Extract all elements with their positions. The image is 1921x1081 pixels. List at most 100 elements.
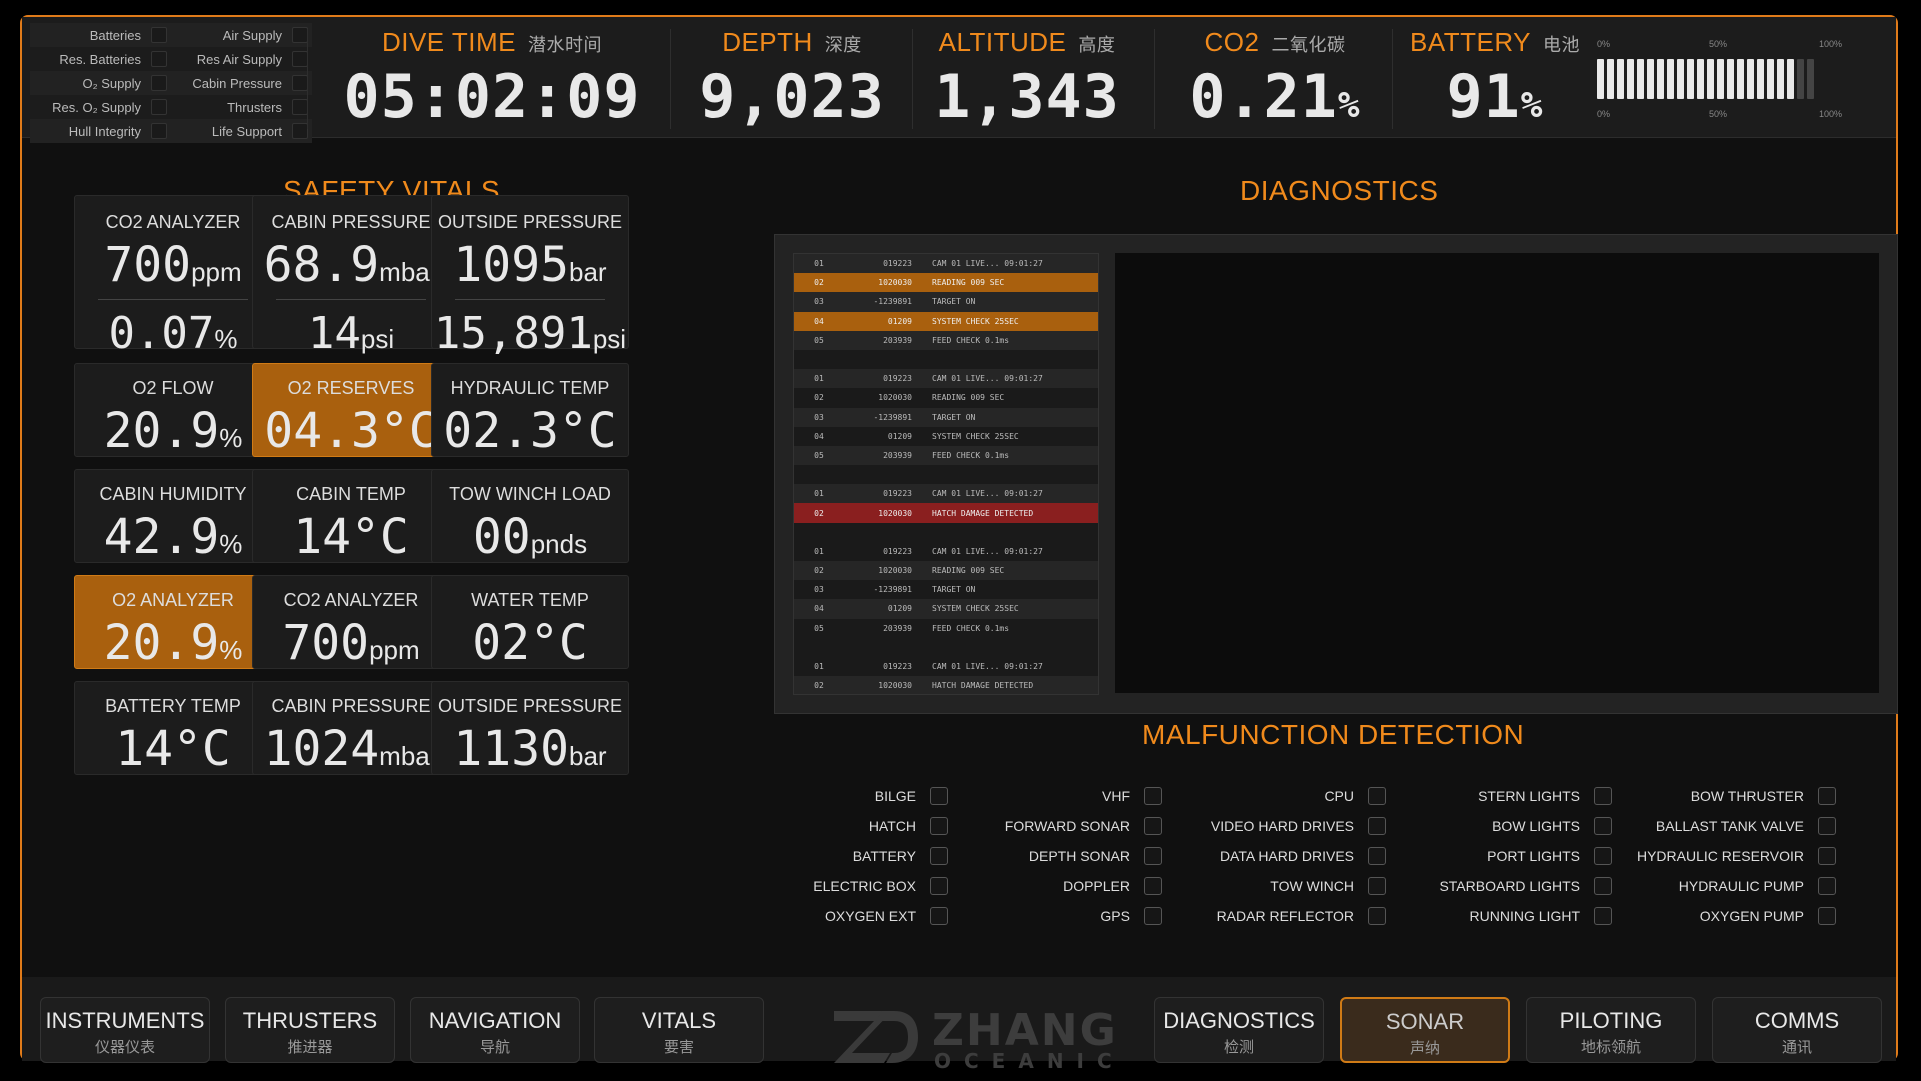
malfunction-hydraulic-pump[interactable]: HYDRAULIC PUMP: [1679, 877, 1836, 895]
malfunction-data-hard-drives[interactable]: DATA HARD DRIVES: [1220, 847, 1386, 865]
malfunction-checkbox[interactable]: [1144, 787, 1162, 805]
malfunction-bow-thruster[interactable]: BOW THRUSTER: [1691, 787, 1836, 805]
log-row[interactable]: 05 203939 FEED CHECK 0.1ms: [794, 445, 1098, 466]
nav-instruments-button[interactable]: INSTRUMENTS 仪器仪表: [40, 997, 210, 1063]
malfunction-checkbox[interactable]: [930, 817, 948, 835]
malfunction-radar-reflector[interactable]: RADAR REFLECTOR: [1217, 907, 1386, 925]
nav-navigation-button[interactable]: NAVIGATION 导航: [410, 997, 580, 1063]
log-row[interactable]: 01 019223 CAM 01 LIVE... 09:01:27: [794, 254, 1098, 274]
malfunction-checkbox[interactable]: [1594, 787, 1612, 805]
vital-tile-outside-pressure[interactable]: OUTSIDE PRESSURE 1095bar 15,891psi: [431, 195, 629, 359]
malfunction-checkbox[interactable]: [1368, 877, 1386, 895]
log-id: 04: [814, 431, 824, 441]
vital-tile-o2-analyzer[interactable]: O2 ANALYZER 20.9%: [74, 575, 272, 671]
malfunction-checkbox[interactable]: [1368, 847, 1386, 865]
malfunction-checkbox[interactable]: [930, 907, 948, 925]
vital-tile-hydraulic-temp[interactable]: HYDRAULIC TEMP 02.3°C: [431, 363, 629, 459]
malfunction-checkbox[interactable]: [1594, 847, 1612, 865]
malfunction-ballast-tank-valve[interactable]: BALLAST TANK VALVE: [1656, 817, 1836, 835]
log-row[interactable]: 01 019223 CAM 01 LIVE... 09:01:27: [794, 657, 1098, 676]
malfunction-checkbox[interactable]: [930, 877, 948, 895]
tile-value: 04.3°C: [264, 403, 438, 459]
scale-label: 0%: [1597, 109, 1611, 119]
log-row[interactable]: 02 1020030 HATCH DAMAGE DETECTED: [794, 676, 1098, 694]
nav-diagnostics-button[interactable]: DIAGNOSTICS 检测: [1154, 997, 1324, 1063]
malfunction-forward-sonar[interactable]: FORWARD SONAR: [1005, 817, 1162, 835]
malfunction-battery[interactable]: BATTERY: [853, 847, 948, 865]
log-row[interactable]: 02 1020030 READING 009 SEC: [794, 388, 1098, 407]
malfunction-checkbox[interactable]: [1144, 877, 1162, 895]
malfunction-checkbox[interactable]: [1818, 787, 1836, 805]
malfunction-checkbox[interactable]: [1368, 787, 1386, 805]
malfunction-checkbox[interactable]: [1594, 877, 1612, 895]
malfunction-port-lights[interactable]: PORT LIGHTS: [1487, 847, 1612, 865]
vital-tile-outside-pressure[interactable]: OUTSIDE PRESSURE 1130bar: [431, 681, 629, 777]
vital-tile-cabin-humidity[interactable]: CABIN HUMIDITY 42.9%: [74, 469, 272, 565]
nav-piloting-button[interactable]: PILOTING 地标领航: [1526, 997, 1696, 1063]
vital-tile-cabin-temp[interactable]: CABIN TEMP 14°C: [252, 469, 450, 565]
malfunction-electric-box[interactable]: ELECTRIC BOX: [813, 877, 948, 895]
malfunction-running-light[interactable]: RUNNING LIGHT: [1470, 907, 1612, 925]
malfunction-oxygen-pump[interactable]: OXYGEN PUMP: [1700, 907, 1836, 925]
log-row[interactable]: 04 01209 SYSTEM CHECK 25SEC: [794, 599, 1098, 619]
status-label: Cabin Pressure: [192, 75, 282, 91]
malfunction-doppler[interactable]: DOPPLER: [1063, 877, 1162, 895]
malfunction-video-hard-drives[interactable]: VIDEO HARD DRIVES: [1211, 817, 1386, 835]
vital-tile-co2-analyzer[interactable]: CO2 ANALYZER 700ppm 0.07%: [74, 195, 272, 359]
malfunction-checkbox[interactable]: [1368, 907, 1386, 925]
nav-sonar-button[interactable]: SONAR 声纳: [1340, 997, 1510, 1063]
diagnostics-log[interactable]: 01 019223 CAM 01 LIVE... 09:01:27 02 1020…: [793, 253, 1099, 695]
malfunction-starboard-lights[interactable]: STARBOARD LIGHTS: [1439, 877, 1612, 895]
malfunction-bow-lights[interactable]: BOW LIGHTS: [1492, 817, 1612, 835]
malfunction-checkbox[interactable]: [930, 787, 948, 805]
log-row[interactable]: 01 019223 CAM 01 LIVE... 09:01:27: [794, 542, 1098, 561]
malfunction-cpu[interactable]: CPU: [1324, 787, 1386, 805]
vital-tile-tow-winch-load[interactable]: TOW WINCH LOAD 00pnds: [431, 469, 629, 565]
malfunction-checkbox[interactable]: [1818, 817, 1836, 835]
nav-comms-button[interactable]: COMMS 通讯: [1712, 997, 1882, 1063]
log-row[interactable]: 03 -1239891 TARGET ON: [794, 580, 1098, 599]
malfunction-tow-winch[interactable]: TOW WINCH: [1270, 877, 1386, 895]
log-row[interactable]: 01 019223 CAM 01 LIVE... 09:01:27: [794, 484, 1098, 504]
malfunction-checkbox[interactable]: [1594, 907, 1612, 925]
malfunction-oxygen-ext[interactable]: OXYGEN EXT: [825, 907, 948, 925]
malfunction-checkbox[interactable]: [930, 847, 948, 865]
malfunction-checkbox[interactable]: [1594, 817, 1612, 835]
log-row[interactable]: 04 01209 SYSTEM CHECK 25SEC: [794, 311, 1098, 331]
malfunction-gps[interactable]: GPS: [1100, 907, 1162, 925]
log-row[interactable]: 05 203939 FEED CHECK 0.1ms: [794, 330, 1098, 350]
log-row[interactable]: 01 019223 CAM 01 LIVE... 09:01:27: [794, 369, 1098, 389]
malfunction-checkbox[interactable]: [1818, 907, 1836, 925]
malfunction-depth-sonar[interactable]: DEPTH SONAR: [1029, 847, 1162, 865]
log-row[interactable]: 02 1020030 HATCH DAMAGE DETECTED: [794, 503, 1098, 523]
log-row[interactable]: 04 01209 SYSTEM CHECK 25SEC: [794, 427, 1098, 446]
malfunction-checkbox[interactable]: [1818, 877, 1836, 895]
log-row[interactable]: 02 1020030 READING 009 SEC: [794, 561, 1098, 581]
log-row[interactable]: 03 -1239891 TARGET ON: [794, 407, 1098, 427]
vital-tile-o2-reserves[interactable]: O2 RESERVES 04.3°C: [252, 363, 450, 459]
vital-tile-o2-flow[interactable]: O2 FLOW 20.9%: [74, 363, 272, 459]
malfunction-hatch[interactable]: HATCH: [869, 817, 948, 835]
malfunction-bilge[interactable]: BILGE: [875, 787, 948, 805]
malfunction-hydraulic-reservoir[interactable]: HYDRAULIC RESERVOIR: [1637, 847, 1836, 865]
vital-tile-cabin-pressure[interactable]: CABIN PRESSURE 68.9mbar 14psi: [252, 195, 450, 359]
malfunction-checkbox[interactable]: [1818, 847, 1836, 865]
tile-divider: [455, 299, 605, 300]
log-row[interactable]: 02 1020030 READING 009 SEC: [794, 273, 1098, 293]
malfunction-checkbox[interactable]: [1144, 817, 1162, 835]
malfunction-checkbox[interactable]: [1368, 817, 1386, 835]
log-row[interactable]: 03 -1239891 TARGET ON: [794, 292, 1098, 312]
status-light: [292, 75, 308, 91]
log-row[interactable]: 05 203939 FEED CHECK 0.1ms: [794, 619, 1098, 638]
vital-tile-battery-temp[interactable]: BATTERY TEMP 14°C: [74, 681, 272, 777]
malfunction-checkbox[interactable]: [1144, 907, 1162, 925]
nav-vitals-button[interactable]: VITALS 要害: [594, 997, 764, 1063]
malfunction-stern-lights[interactable]: STERN LIGHTS: [1478, 787, 1612, 805]
vital-tile-co2-analyzer[interactable]: CO2 ANALYZER 700ppm: [252, 575, 450, 671]
malfunction-checkbox[interactable]: [1144, 847, 1162, 865]
nav-thrusters-button[interactable]: THRUSTERS 推进器: [225, 997, 395, 1063]
tile-unit: pnds: [530, 529, 588, 559]
malfunction-vhf[interactable]: VHF: [1102, 787, 1162, 805]
vital-tile-cabin-pressure[interactable]: CABIN PRESSURE 1024mbar: [252, 681, 450, 777]
vital-tile-water-temp[interactable]: WATER TEMP 02°C: [431, 575, 629, 671]
